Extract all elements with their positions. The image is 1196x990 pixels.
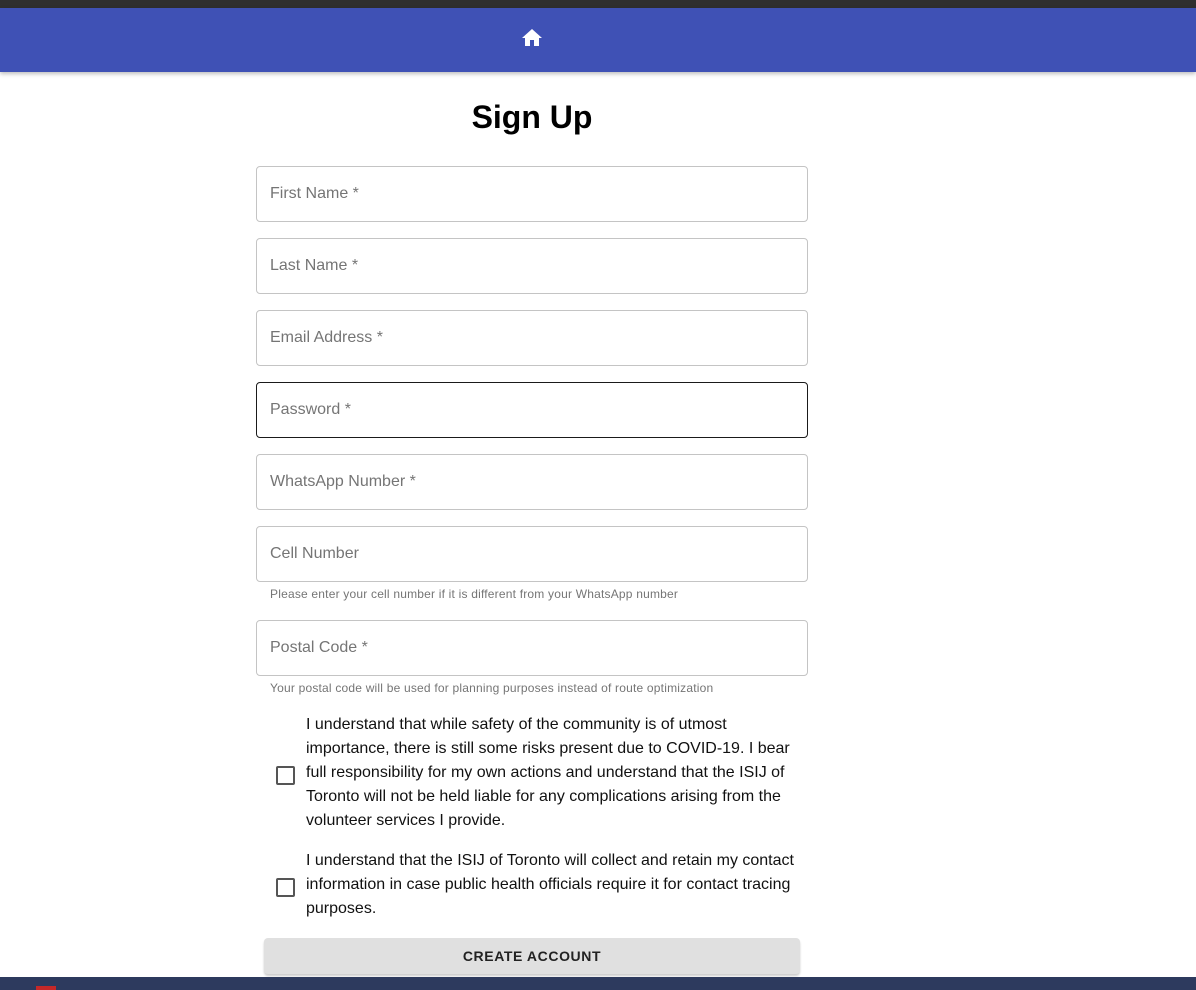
last-name-field[interactable]	[256, 238, 808, 294]
postal-code-input[interactable]	[257, 621, 807, 675]
cell-number-field[interactable]	[256, 526, 808, 582]
last-name-input[interactable]	[257, 239, 807, 293]
email-input[interactable]	[257, 311, 807, 365]
contact-consent-checkbox[interactable]	[276, 878, 295, 897]
covid-consent-checkbox[interactable]	[276, 766, 295, 785]
contact-consent-label: I understand that the ISIJ of Toronto wi…	[306, 852, 794, 917]
taskbar	[0, 977, 1196, 990]
home-icon	[522, 29, 542, 46]
first-name-input[interactable]	[257, 167, 807, 221]
create-account-button[interactable]: CREATE ACCOUNT	[264, 938, 800, 974]
app-bar	[0, 8, 1196, 72]
page-title: Sign Up	[471, 99, 593, 135]
covid-consent-label: I understand that while safety of the co…	[306, 716, 790, 829]
cell-number-input[interactable]	[257, 527, 807, 581]
first-name-field[interactable]	[256, 166, 808, 222]
password-input[interactable]	[257, 383, 807, 437]
contact-consent-row: I understand that the ISIJ of Toronto wi…	[276, 849, 806, 921]
whatsapp-number-field[interactable]	[256, 454, 808, 510]
taskbar-app-icon[interactable]	[36, 986, 56, 990]
postal-code-field[interactable]	[256, 620, 808, 676]
window-top-strip	[0, 0, 1196, 8]
email-field[interactable]	[256, 310, 808, 366]
password-field[interactable]	[256, 382, 808, 438]
whatsapp-number-input[interactable]	[257, 455, 807, 509]
postal-code-helper-text: Your postal code will be used for planni…	[270, 681, 714, 695]
covid-consent-row: I understand that while safety of the co…	[276, 713, 806, 833]
cell-number-helper-text: Please enter your cell number if it is d…	[270, 587, 679, 601]
home-button[interactable]	[516, 22, 548, 54]
